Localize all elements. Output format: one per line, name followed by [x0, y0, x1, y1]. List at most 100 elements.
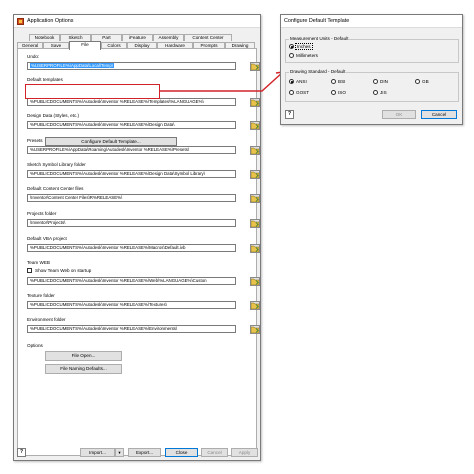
content-center-browse-button[interactable]: [250, 194, 260, 203]
texture-browse-button[interactable]: [250, 301, 260, 310]
radio-icon: [289, 90, 294, 95]
measurement-units-group: Measurement Units - Default Inches Milli…: [285, 36, 459, 63]
standard-radio-iso-label: ISO: [338, 90, 346, 95]
design-data-label: Design Data (Styles, etc.): [27, 113, 80, 118]
tab-content-center[interactable]: Content Center: [184, 34, 232, 41]
presets-path-field[interactable]: %USERPROFILE%\AppData\Roaming\Autodesk\I…: [27, 146, 236, 154]
radio-icon: [331, 90, 336, 95]
undo-path-field[interactable]: %USERPROFILE%\AppData\Local\Temp\: [27, 62, 236, 70]
standard-radio-ansi[interactable]: ANSI: [289, 79, 307, 84]
file-tab-panel: Undo: %USERPROFILE%\AppData\Local\Temp\ …: [17, 48, 260, 456]
default-templates-path-field[interactable]: %PUBLICDOCUMENTS%\Autodesk\Inventor %REL…: [27, 98, 236, 106]
standard-radio-ansi-label: ANSI: [296, 79, 307, 84]
tab-sketch[interactable]: Sketch: [60, 34, 91, 41]
help-icon-button[interactable]: ?: [17, 448, 26, 457]
folder-browse-icon: [251, 195, 259, 202]
vba-label: Default VBA project: [27, 236, 67, 241]
standard-radio-din-label: DIN: [380, 79, 388, 84]
options-label: Options: [27, 343, 43, 348]
standard-radio-iso[interactable]: ISO: [331, 90, 346, 95]
undo-label: Undo:: [27, 54, 40, 59]
environment-label: Environment folder: [27, 317, 66, 322]
cfg-dialog-title: Configure Default Template: [284, 18, 350, 24]
tab-notebook[interactable]: Notebook: [29, 34, 60, 41]
cfg-title-bar[interactable]: Configure Default Template: [281, 15, 462, 28]
folder-browse-icon: [251, 171, 259, 178]
cfg-ok-button[interactable]: OK: [382, 110, 416, 119]
sketch-symbol-browse-button[interactable]: [250, 170, 260, 179]
measurement-units-label: Measurement Units - Default: [289, 36, 350, 41]
drawing-standard-group: Drawing Standard - Default ANSI BSI DIN …: [285, 69, 459, 102]
file-naming-defaults-button[interactable]: File Naming Defaults...: [45, 364, 122, 374]
sketch-symbol-path-field[interactable]: %PUBLICDOCUMENTS%\Autodesk\Inventor %REL…: [27, 170, 236, 178]
show-team-web-checkbox[interactable]: [27, 268, 32, 273]
sketch-symbol-label: Sketch Symbol Library folder: [27, 162, 86, 167]
folder-browse-icon: [251, 302, 259, 309]
content-center-path-field[interactable]: \Inventor\Content Center Files\R%RELEASE…: [27, 194, 236, 202]
environment-path-field[interactable]: %PUBLICDOCUMENTS%\Autodesk\Inventor %REL…: [27, 325, 236, 333]
tab-part[interactable]: Part: [91, 34, 122, 41]
standard-radio-jis[interactable]: JIS: [373, 90, 387, 95]
templates-browse-button[interactable]: [250, 98, 260, 107]
team-web-path-field[interactable]: %PUBLICDOCUMENTS%\Autodesk\Inventor %REL…: [27, 277, 236, 285]
folder-browse-icon: [251, 326, 259, 333]
cfg-help-icon-button[interactable]: ?: [285, 110, 294, 119]
tab-assembly[interactable]: Assembly: [153, 34, 184, 41]
folder-browse-icon: [251, 122, 259, 129]
configure-default-template-button[interactable]: Configure Default Template...: [45, 137, 177, 146]
tab-row-top: Notebook Sketch Part iFeature Assembly C…: [29, 34, 232, 41]
units-radio-millimeters-label: Millimeters: [296, 53, 318, 58]
cancel-button[interactable]: Cancel: [201, 448, 228, 457]
title-bar[interactable]: Application Options: [14, 15, 260, 28]
folder-browse-icon: [251, 278, 259, 285]
projects-browse-button[interactable]: [250, 219, 260, 228]
tab-ifeature[interactable]: iFeature: [122, 34, 153, 41]
content-center-label: Default Content Center files: [27, 186, 84, 191]
show-team-web-label: Show Team Web on startup: [35, 268, 92, 273]
standard-radio-gb[interactable]: GB: [415, 79, 429, 84]
window-title: Application Options: [27, 18, 74, 24]
presets-label: Presets: [27, 138, 43, 143]
highlight-box: [25, 84, 160, 99]
projects-path-field[interactable]: \Inventor\Projects\: [27, 219, 236, 227]
inventor-app-icon: [17, 17, 24, 25]
radio-icon: [415, 79, 420, 84]
folder-browse-icon: [251, 99, 259, 106]
environment-browse-button[interactable]: [250, 325, 260, 334]
texture-path-field[interactable]: %PUBLICDOCUMENTS%\Autodesk\Inventor %REL…: [27, 301, 236, 309]
units-radio-inches[interactable]: Inches: [289, 43, 313, 50]
import-button[interactable]: Import...: [80, 448, 115, 457]
standard-radio-gb-label: GB: [422, 79, 429, 84]
team-web-label: Team WEB: [27, 260, 50, 265]
radio-selected-icon: [289, 79, 294, 84]
default-templates-label: Default templates: [27, 77, 63, 82]
texture-label: Texture folder: [27, 293, 55, 298]
cfg-cancel-button[interactable]: Cancel: [421, 110, 457, 119]
radio-icon: [373, 79, 378, 84]
close-button[interactable]: Close: [165, 448, 198, 457]
radio-icon: [331, 79, 336, 84]
vba-browse-button[interactable]: [250, 244, 260, 253]
standard-radio-bsi[interactable]: BSI: [331, 79, 345, 84]
import-dropdown-button[interactable]: ▾: [115, 448, 124, 457]
standard-radio-jis-label: JIS: [380, 90, 387, 95]
units-radio-millimeters[interactable]: Millimeters: [289, 53, 318, 58]
undo-path-value: %USERPROFILE%\AppData\Local\Temp\: [30, 63, 114, 68]
apply-button[interactable]: Apply: [231, 448, 258, 457]
design-data-browse-button[interactable]: [250, 121, 260, 130]
folder-browse-icon: [251, 63, 259, 70]
design-data-path-field[interactable]: %PUBLICDOCUMENTS%\Autodesk\Inventor %REL…: [27, 121, 236, 129]
undo-browse-button[interactable]: [250, 62, 260, 71]
standard-radio-bsi-label: BSI: [338, 79, 346, 84]
presets-browse-button[interactable]: [250, 146, 260, 155]
radio-icon: [289, 53, 294, 58]
export-button[interactable]: Export...: [128, 448, 161, 457]
standard-radio-din[interactable]: DIN: [373, 79, 388, 84]
configure-default-template-dialog: Configure Default Template Measurement U…: [280, 14, 463, 125]
vba-path-field[interactable]: %PUBLICDOCUMENTS%\Autodesk\Inventor %REL…: [27, 244, 236, 252]
tab-file[interactable]: File: [69, 41, 101, 50]
standard-radio-gost[interactable]: GOST: [289, 90, 309, 95]
file-open-button[interactable]: File Open...: [45, 351, 122, 361]
chevron-down-icon: ▾: [118, 450, 121, 455]
team-web-browse-button[interactable]: [250, 277, 260, 286]
